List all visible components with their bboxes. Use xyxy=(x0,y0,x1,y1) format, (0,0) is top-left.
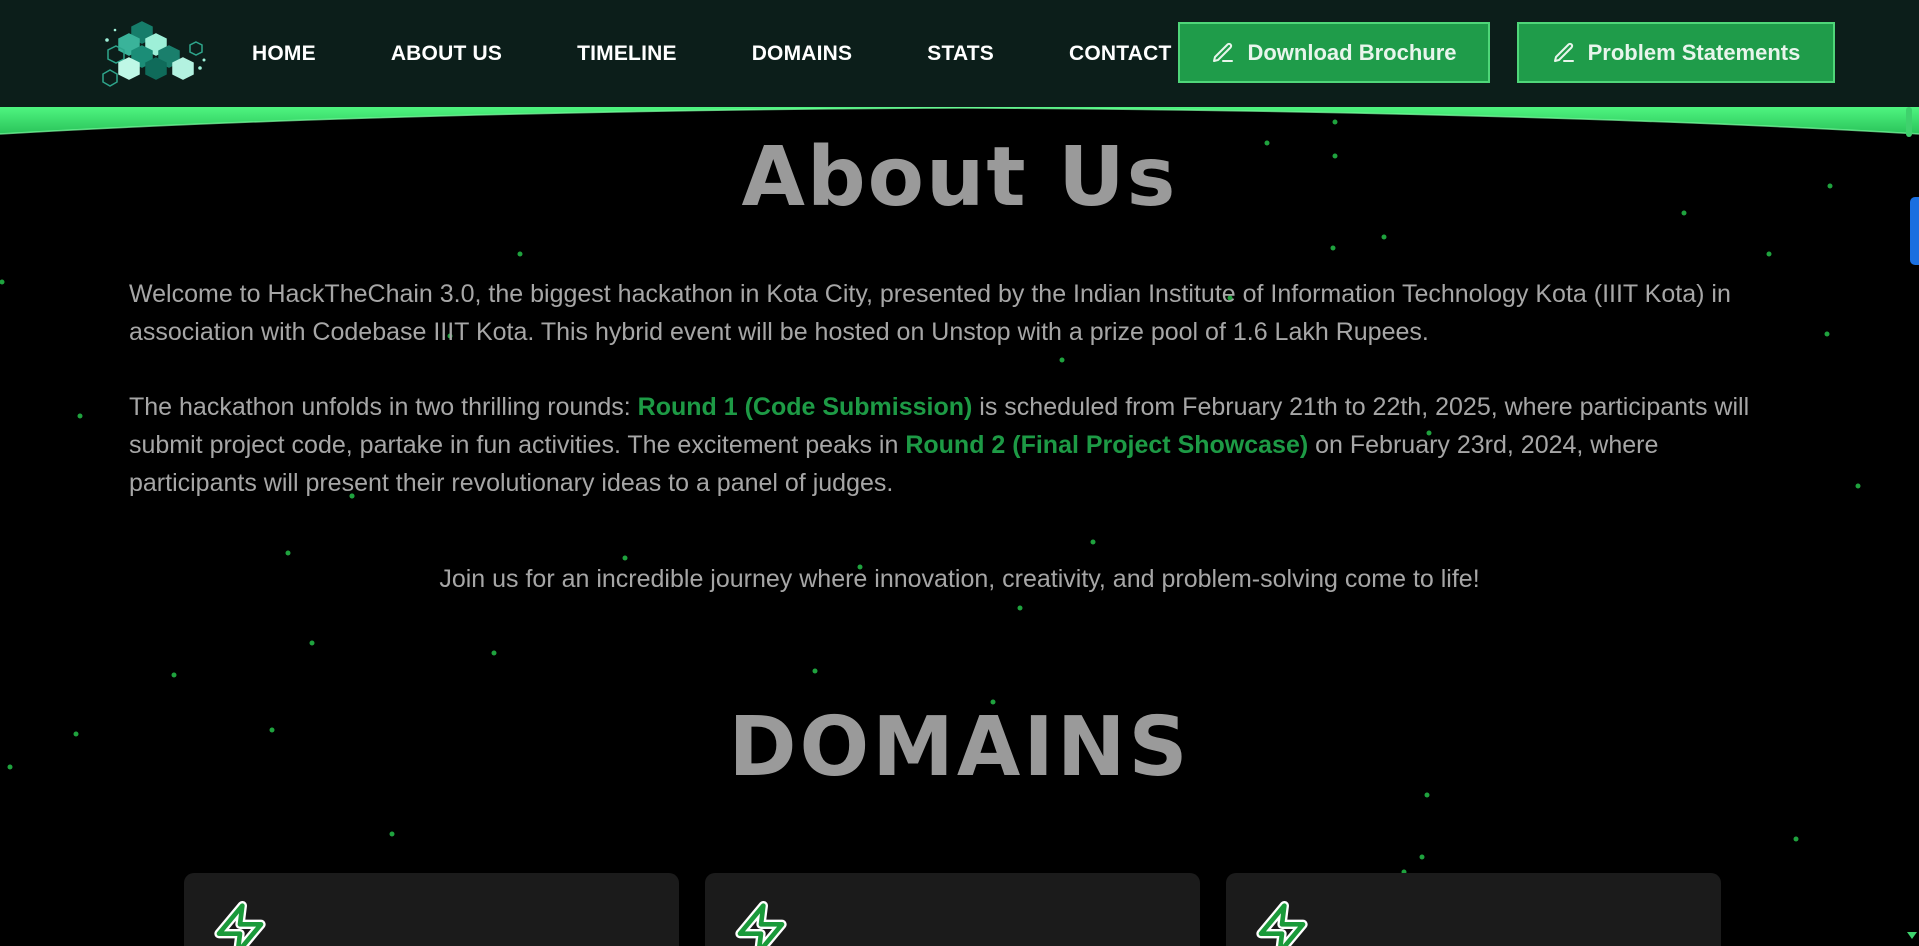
nav-links: HOME ABOUT US TIMELINE DOMAINS STATS CON… xyxy=(252,0,1171,107)
hexagon-cluster-logo[interactable] xyxy=(100,20,210,90)
navbar: HOME ABOUT US TIMELINE DOMAINS STATS CON… xyxy=(0,0,1919,107)
rounds-text-a: The hackathon unfolds in two thrilling r… xyxy=(129,393,638,421)
page: HOME ABOUT US TIMELINE DOMAINS STATS CON… xyxy=(0,0,1919,946)
nav-about-us[interactable]: ABOUT US xyxy=(391,42,502,66)
lightning-icon-inner xyxy=(1258,903,1306,946)
nav-domains[interactable]: DOMAINS xyxy=(752,42,853,66)
lightning-icon-inner xyxy=(737,903,785,946)
download-brochure-button[interactable]: Download Brochure xyxy=(1178,22,1490,83)
domains-title: DOMAINS xyxy=(728,700,1191,795)
problem-statements-label: Problem Statements xyxy=(1587,39,1801,65)
domain-card[interactable] xyxy=(1226,873,1721,946)
problem-statements-button[interactable]: Problem Statements xyxy=(1517,22,1835,83)
scrollbar-thumb[interactable] xyxy=(1906,107,1912,137)
about-paragraph-rounds: The hackathon unfolds in two thrilling r… xyxy=(129,388,1769,502)
round-1-highlight: Round 1 (Code Submission) xyxy=(637,393,973,421)
nav-home[interactable]: HOME xyxy=(252,42,316,66)
round-2-highlight: Round 2 (Final Project Showcase) xyxy=(905,431,1309,459)
side-floating-tab[interactable] xyxy=(1910,197,1919,265)
about-us-title: About Us xyxy=(741,130,1178,225)
about-paragraph-join: Join us for an incredible journey where … xyxy=(439,565,1480,593)
nav-stats[interactable]: STATS xyxy=(927,42,994,66)
navbar-glow-divider xyxy=(0,107,1919,135)
lightning-icon-inner xyxy=(216,903,264,946)
domain-card[interactable] xyxy=(184,873,679,946)
download-brochure-label: Download Brochure xyxy=(1247,39,1457,65)
about-paragraph-intro: Welcome to HackTheChain 3.0, the biggest… xyxy=(129,280,1731,346)
nav-timeline[interactable]: TIMELINE xyxy=(577,42,677,66)
pencil-icon xyxy=(1213,42,1234,62)
domain-card[interactable] xyxy=(705,873,1200,946)
scroll-down-arrow-icon[interactable] xyxy=(1907,932,1917,939)
nav-contact[interactable]: CONTACT xyxy=(1069,42,1172,66)
pencil-icon xyxy=(1553,42,1574,62)
